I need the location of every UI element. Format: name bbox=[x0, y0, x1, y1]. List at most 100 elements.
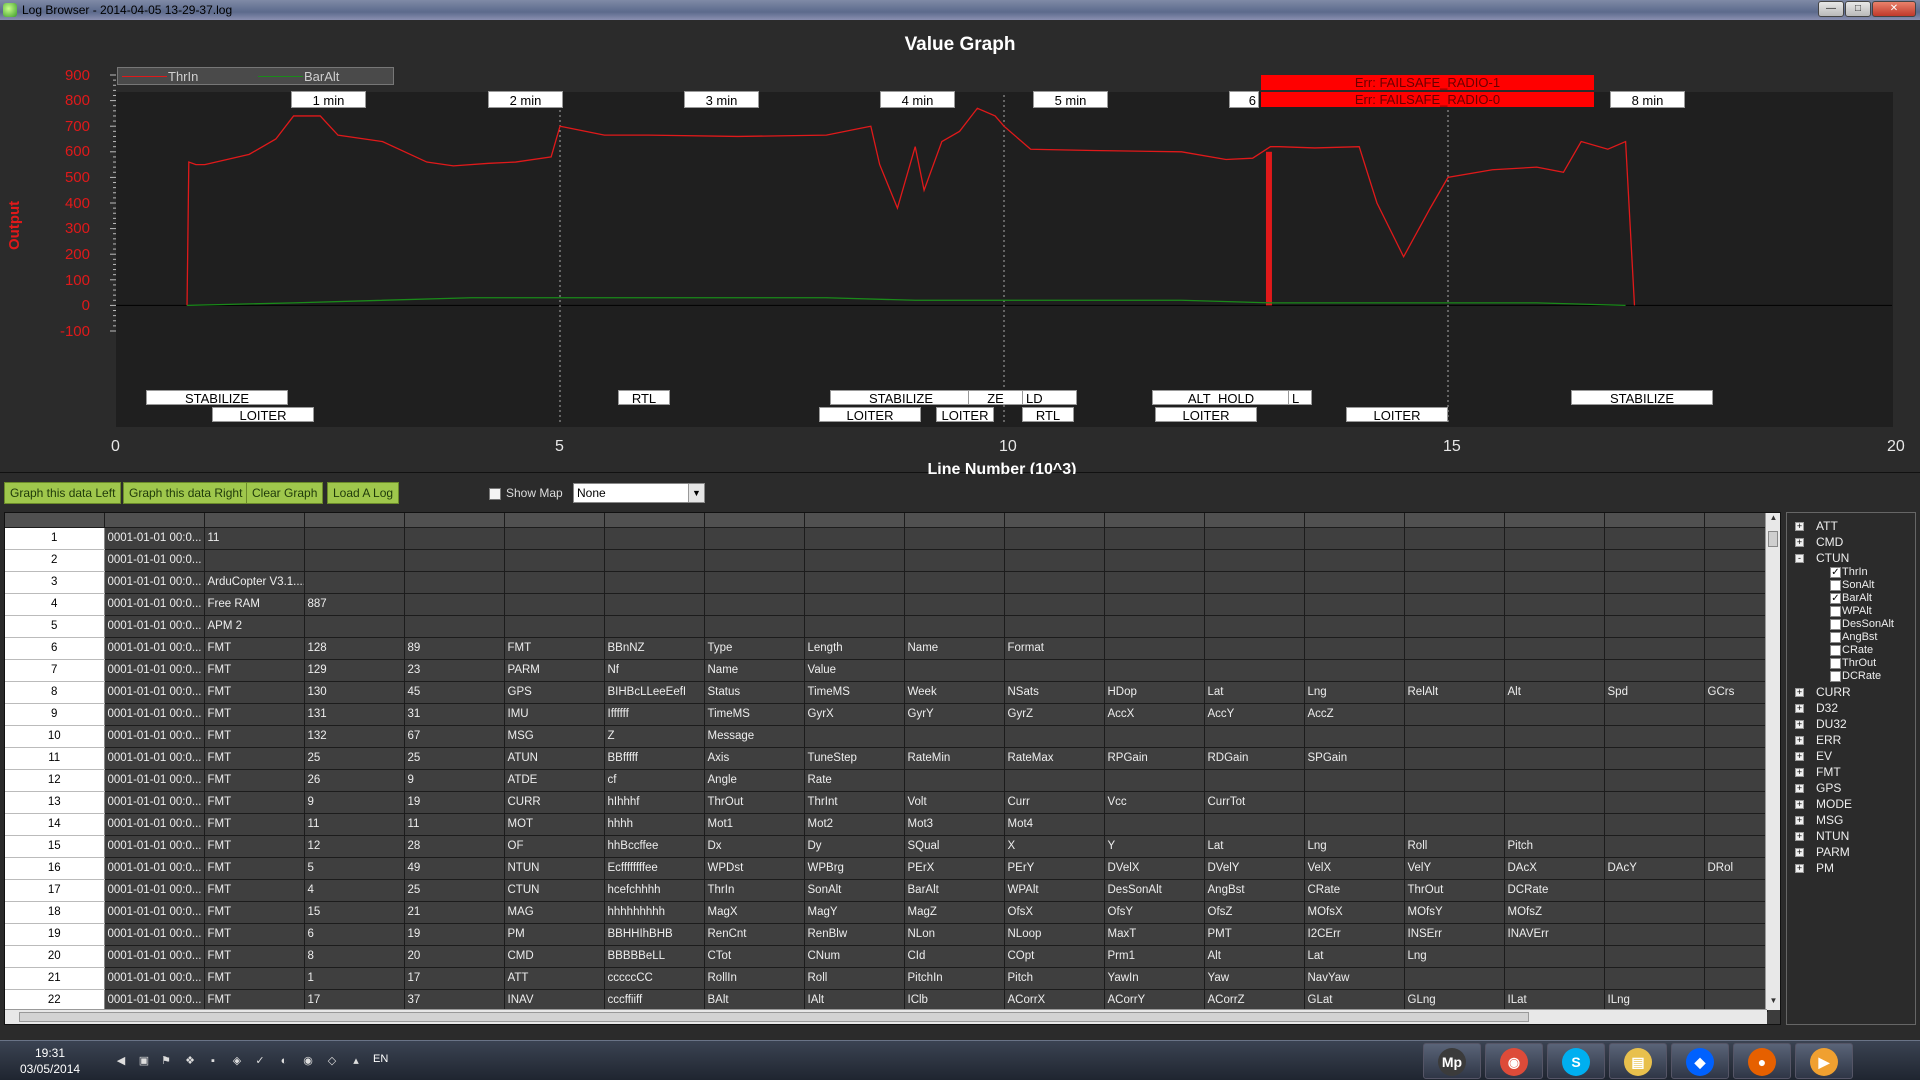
table-cell[interactable]: 0001-01-01 00:0... bbox=[104, 989, 205, 1012]
table-row[interactable]: 20 0001-01-01 00:0... FMT 8 20 CMD BBBBBeLL CTo… bbox=[5, 945, 1768, 968]
column-header[interactable] bbox=[804, 513, 905, 528]
tree-child-sonalt[interactable]: SonAlt bbox=[1830, 579, 1874, 593]
table-cell[interactable]: IAlt bbox=[804, 989, 905, 1012]
column-header[interactable] bbox=[604, 513, 705, 528]
table-cell[interactable]: GyrX bbox=[804, 703, 905, 726]
table-cell[interactable]: Name bbox=[704, 659, 805, 682]
graph-right-button[interactable]: Graph this data Right bbox=[123, 482, 249, 504]
field-checkbox[interactable] bbox=[1830, 605, 1841, 617]
table-cell[interactable]: Curr bbox=[1004, 791, 1105, 814]
table-row[interactable]: 18 0001-01-01 00:0... FMT 15 21 MAG hhhhhhhhh M… bbox=[5, 901, 1768, 924]
table-cell[interactable]: 25 bbox=[404, 747, 505, 770]
table-cell[interactable] bbox=[1004, 769, 1105, 792]
table-cell[interactable]: 0001-01-01 00:0... bbox=[104, 527, 205, 550]
column-header[interactable] bbox=[504, 513, 605, 528]
table-cell[interactable]: NTUN bbox=[504, 857, 605, 880]
table-cell[interactable] bbox=[704, 549, 805, 572]
table-cell[interactable]: X bbox=[1004, 835, 1105, 858]
table-cell[interactable]: 0001-01-01 00:0... bbox=[104, 791, 205, 814]
tree-node-ntun[interactable]: + NTUN bbox=[1795, 829, 1849, 845]
table-cell[interactable] bbox=[1604, 703, 1705, 726]
table-cell[interactable] bbox=[704, 571, 805, 594]
table-cell[interactable]: Format bbox=[1004, 637, 1105, 660]
table-row[interactable]: 12 0001-01-01 00:0... FMT 26 9 ATDE cf Angle Rat… bbox=[5, 769, 1768, 792]
table-cell[interactable]: ATUN bbox=[504, 747, 605, 770]
scroll-up-icon[interactable]: ▲ bbox=[1766, 513, 1780, 527]
table-cell[interactable] bbox=[1204, 593, 1305, 616]
table-cell[interactable]: cf bbox=[604, 769, 705, 792]
table-cell[interactable]: Alt bbox=[1504, 681, 1605, 704]
table-cell[interactable] bbox=[1404, 967, 1505, 990]
row-number[interactable]: 9 bbox=[5, 703, 105, 726]
column-header[interactable] bbox=[304, 513, 405, 528]
column-header[interactable] bbox=[1604, 513, 1705, 528]
table-cell[interactable] bbox=[1604, 945, 1705, 968]
table-cell[interactable] bbox=[904, 615, 1005, 638]
expand-icon[interactable]: + bbox=[1795, 752, 1804, 762]
vertical-scrollbar[interactable]: ▲ ▼ bbox=[1765, 513, 1780, 1010]
table-cell[interactable] bbox=[704, 593, 805, 616]
table-cell[interactable]: Mot2 bbox=[804, 813, 905, 836]
table-cell[interactable]: IMU bbox=[504, 703, 605, 726]
table-cell[interactable] bbox=[1004, 659, 1105, 682]
table-cell[interactable]: SQual bbox=[904, 835, 1005, 858]
table-row[interactable]: 6 0001-01-01 00:0... FMT 128 89 FMT BBnNZ Type L… bbox=[5, 637, 1768, 660]
expand-icon[interactable]: + bbox=[1795, 736, 1804, 746]
table-cell[interactable]: NSats bbox=[1004, 681, 1105, 704]
table-cell[interactable] bbox=[1504, 703, 1605, 726]
table-cell[interactable] bbox=[1204, 637, 1305, 660]
table-cell[interactable]: CTUN bbox=[504, 879, 605, 902]
tree-node-pm[interactable]: + PM bbox=[1795, 861, 1834, 877]
table-cell[interactable]: WPAlt bbox=[1004, 879, 1105, 902]
field-checkbox[interactable] bbox=[1830, 670, 1841, 682]
table-cell[interactable] bbox=[1004, 549, 1105, 572]
table-cell[interactable] bbox=[1204, 659, 1305, 682]
table-cell[interactable]: MagZ bbox=[904, 901, 1005, 924]
table-cell[interactable]: Ecffffffffee bbox=[604, 857, 705, 880]
table-cell[interactable]: 0001-01-01 00:0... bbox=[104, 945, 205, 968]
table-row[interactable]: 5 0001-01-01 00:0... APM 2 bbox=[5, 615, 1768, 638]
tree-node-fmt[interactable]: + FMT bbox=[1795, 765, 1841, 781]
table-cell[interactable] bbox=[1704, 659, 1768, 682]
table-cell[interactable] bbox=[404, 593, 505, 616]
table-cell[interactable] bbox=[1204, 813, 1305, 836]
table-cell[interactable] bbox=[1404, 637, 1505, 660]
table-cell[interactable] bbox=[1404, 593, 1505, 616]
table-cell[interactable]: CNum bbox=[804, 945, 905, 968]
table-cell[interactable]: VelY bbox=[1404, 857, 1505, 880]
table-cell[interactable]: 8 bbox=[304, 945, 405, 968]
table-cell[interactable] bbox=[904, 659, 1005, 682]
table-cell[interactable]: TimeMS bbox=[704, 703, 805, 726]
table-cell[interactable]: Mot4 bbox=[1004, 813, 1105, 836]
field-checkbox[interactable]: ✓ bbox=[1830, 592, 1841, 604]
table-cell[interactable]: 0001-01-01 00:0... bbox=[104, 813, 205, 836]
table-cell[interactable]: 37 bbox=[404, 989, 505, 1012]
chevron-down-icon[interactable]: ▼ bbox=[688, 484, 704, 502]
horizontal-scrollbar[interactable] bbox=[5, 1009, 1767, 1024]
table-cell[interactable] bbox=[1204, 615, 1305, 638]
row-number[interactable]: 5 bbox=[5, 615, 105, 638]
table-cell[interactable]: CId bbox=[904, 945, 1005, 968]
table-cell[interactable] bbox=[1504, 549, 1605, 572]
tree-node-d32[interactable]: + D32 bbox=[1795, 701, 1838, 717]
table-cell[interactable] bbox=[504, 593, 605, 616]
table-cell[interactable] bbox=[1204, 725, 1305, 748]
table-cell[interactable]: BarAlt bbox=[904, 879, 1005, 902]
row-number[interactable]: 14 bbox=[5, 813, 105, 836]
table-cell[interactable]: ACorrZ bbox=[1204, 989, 1305, 1012]
table-cell[interactable] bbox=[1104, 615, 1205, 638]
field-tree[interactable]: + ATT + CMD - CTUN ✓ ThrIn SonAlt ✓ BarAlt WPAlt Des… bbox=[1786, 512, 1916, 1025]
table-cell[interactable] bbox=[1704, 549, 1768, 572]
row-number[interactable]: 10 bbox=[5, 725, 105, 748]
table-cell[interactable] bbox=[1104, 659, 1205, 682]
table-cell[interactable]: DAcX bbox=[1504, 857, 1605, 880]
table-cell[interactable] bbox=[1404, 549, 1505, 572]
table-row[interactable]: 1 0001-01-01 00:0... 11 bbox=[5, 527, 1768, 550]
table-cell[interactable] bbox=[1104, 571, 1205, 594]
table-cell[interactable] bbox=[504, 571, 605, 594]
table-cell[interactable]: 0001-01-01 00:0... bbox=[104, 549, 205, 572]
tree-node-curr[interactable]: + CURR bbox=[1795, 685, 1851, 701]
table-cell[interactable] bbox=[1404, 527, 1505, 550]
tray-app-icon[interactable]: ◇ bbox=[326, 1055, 338, 1067]
table-cell[interactable]: Lng bbox=[1404, 945, 1505, 968]
